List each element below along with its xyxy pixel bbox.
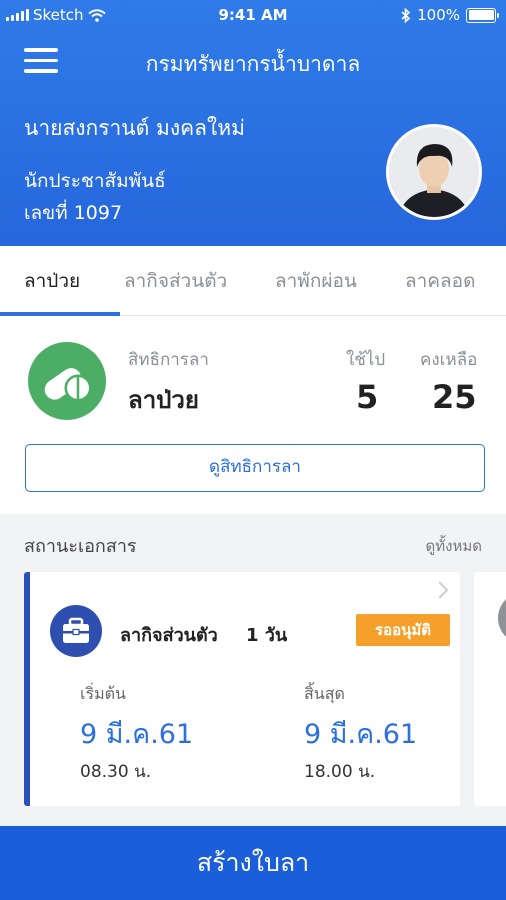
end-date: 9 มี.ค.61 xyxy=(304,719,418,750)
status-badge: รออนุมัติ xyxy=(356,614,450,646)
tab-maternity-leave[interactable]: ลาคลอด xyxy=(405,266,475,296)
start-date: 9 มี.ค.61 xyxy=(80,719,194,750)
next-document-card-peek[interactable] xyxy=(474,572,506,806)
leave-document-card[interactable]: ลากิจส่วนตัว 1 วัน รออนุมัติ เริ่มต้น 9 … xyxy=(24,572,460,806)
tab-personal-leave[interactable]: ลากิจส่วนตัว xyxy=(124,266,227,296)
user-name: นายสงกรานต์ มงคลใหม่ xyxy=(24,116,245,140)
next-card-icon xyxy=(498,592,506,644)
document-status-title: สถานะเอกสาร xyxy=(24,536,137,557)
status-bar: Sketch 9:41 AM 100% xyxy=(0,0,506,32)
used-label: ใช้ไป xyxy=(346,350,386,370)
used-value: 5 xyxy=(356,378,379,416)
employee-id: เลขที่ 1097 xyxy=(24,202,123,224)
start-label: เริ่มต้น xyxy=(80,684,126,703)
battery-percent: 100% xyxy=(417,6,460,24)
user-portrait-icon xyxy=(389,127,479,217)
create-leave-button[interactable]: สร้างใบลา xyxy=(0,826,506,900)
start-time: 08.30 น. xyxy=(80,762,152,782)
user-position: นักประชาสัมพันธ์ xyxy=(24,170,166,192)
status-right: 100% xyxy=(401,6,499,24)
leave-summary: สิทธิการลา ลาป่วย ใช้ไป 5 คงเหลือ 25 ดูส… xyxy=(0,316,506,514)
remaining-label: คงเหลือ xyxy=(420,350,478,370)
end-label: สิ้นสุด xyxy=(304,684,345,703)
leave-right-type: ลาป่วย xyxy=(128,386,199,414)
tab-sick-leave[interactable]: ลาป่วย xyxy=(24,266,80,296)
see-all-link[interactable]: ดูทั้งหมด xyxy=(426,534,482,558)
bluetooth-icon xyxy=(401,7,411,23)
card-days: 1 วัน xyxy=(246,625,288,646)
avatar[interactable] xyxy=(386,124,482,220)
end-time: 18.00 น. xyxy=(304,762,376,782)
view-leave-rights-button[interactable]: ดูสิทธิการลา xyxy=(25,444,485,492)
pill-icon xyxy=(28,342,106,420)
card-leave-type: ลากิจส่วนตัว xyxy=(120,625,218,646)
briefcase-icon xyxy=(50,605,102,657)
leave-type-tabs: ลาป่วย ลากิจส่วนตัว ลาพักผ่อน ลาคลอด xyxy=(0,246,506,316)
battery-icon xyxy=(466,7,499,23)
app-title: กรมทรัพยากรน้ำบาดาล xyxy=(145,52,361,76)
leave-right-label: สิทธิการลา xyxy=(128,350,209,370)
chevron-right-icon xyxy=(431,581,449,599)
remaining-value: 25 xyxy=(432,378,477,416)
tab-vacation-leave[interactable]: ลาพักผ่อน xyxy=(275,266,357,296)
header: Sketch 9:41 AM 100% กรมทรัพยากรน้ำบาดาล … xyxy=(0,0,506,246)
